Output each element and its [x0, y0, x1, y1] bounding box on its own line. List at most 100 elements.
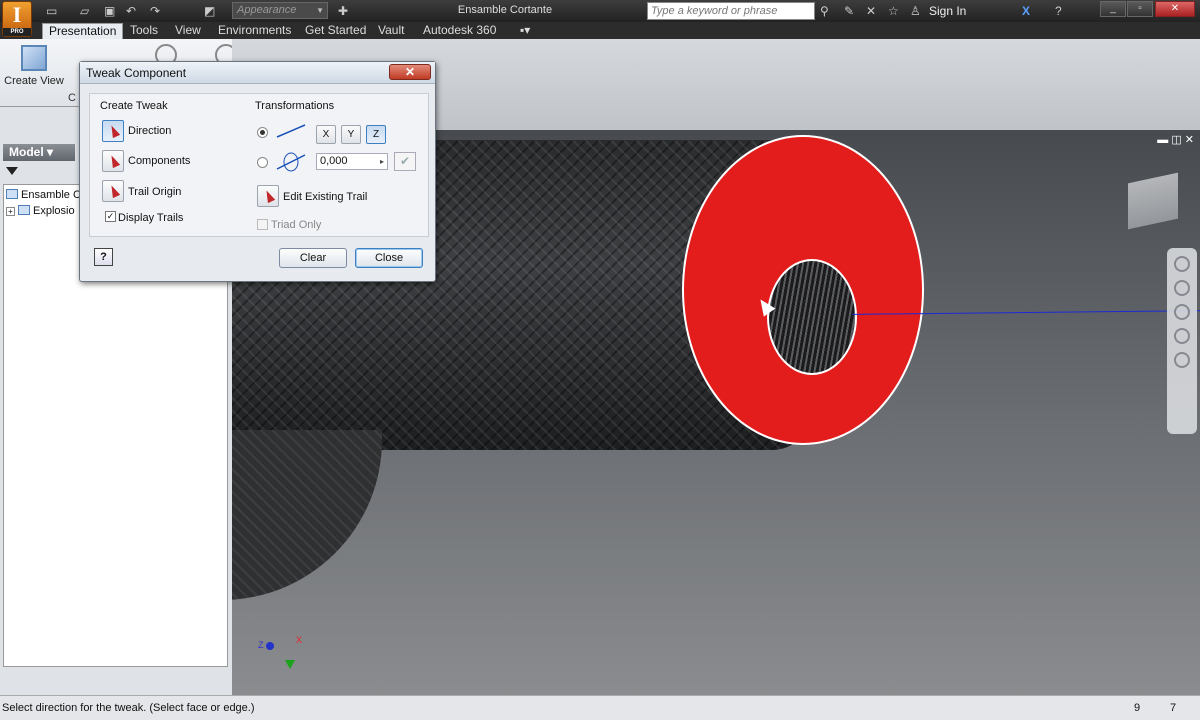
minimize-button[interactable]: _	[1100, 1, 1126, 17]
axis-y-button[interactable]: Y	[341, 125, 361, 144]
star-icon[interactable]: ☆	[888, 3, 899, 19]
tree-item-explosion[interactable]: + Explosio	[6, 205, 75, 217]
transformations-title: Transformations	[255, 100, 335, 112]
rotate-icon	[276, 152, 306, 172]
display-trails-label: Display Trails	[118, 212, 184, 224]
apply-button[interactable]: ✔	[394, 152, 416, 171]
ribbon-tab-bar: Presentation Tools View Environments Get…	[0, 22, 1200, 39]
new-icon[interactable]: ▭	[46, 3, 57, 19]
user-icon: ♙	[910, 4, 921, 18]
sign-in-link[interactable]: Sign In	[929, 4, 966, 18]
angle-value: 0,000	[320, 155, 348, 167]
appearance-dropdown[interactable]: Appearance ▼	[232, 2, 328, 19]
clear-button[interactable]: Clear	[279, 248, 347, 268]
search-input[interactable]: Type a keyword or phrase	[647, 2, 815, 20]
translate-icon	[276, 124, 306, 138]
application-menu-button[interactable]: I PRO	[2, 1, 32, 37]
pipe-segment[interactable]	[232, 430, 382, 600]
maximize-button[interactable]: ▫	[1127, 1, 1153, 17]
open-icon[interactable]: ▱	[80, 3, 89, 19]
undo-icon[interactable]: ↶	[126, 3, 136, 19]
create-view-label: Create View	[4, 75, 64, 87]
direction-select-button[interactable]	[102, 120, 124, 142]
title-bar: I PRO ▭ ▱ ▣ ↶ ↷ ◩ Appearance ▼ ✚ Ensambl…	[0, 0, 1200, 37]
create-view-button[interactable]: Create View	[4, 45, 64, 87]
stepper-arrow-icon[interactable]: ▸	[380, 154, 384, 169]
help-button[interactable]: ?	[94, 248, 113, 266]
filter-icon[interactable]	[6, 167, 18, 175]
close-button[interactable]: Close	[355, 248, 423, 268]
expand-icon[interactable]: +	[6, 207, 15, 216]
document-title: Ensamble Cortante	[457, 4, 553, 16]
steering-wheel-icon[interactable]	[1174, 256, 1190, 272]
help-icon[interactable]: ?	[1055, 3, 1062, 19]
redo-icon[interactable]: ↷	[150, 3, 160, 19]
tab-environments[interactable]: Environments	[212, 23, 297, 39]
zoom-icon[interactable]	[1174, 304, 1190, 320]
window-close-button[interactable]: ✕	[1155, 1, 1195, 17]
components-select-button[interactable]	[102, 150, 124, 172]
status-bar: Select direction for the tweak. (Select …	[0, 695, 1200, 720]
triad-only-checkbox[interactable]	[257, 219, 268, 230]
tweak-component-dialog: Tweak Component ✕ Create Tweak Direction…	[79, 61, 436, 282]
chevron-down-icon: ▼	[316, 6, 324, 15]
pipe-bore[interactable]	[767, 259, 857, 375]
angle-input[interactable]: 0,000 ▸	[316, 153, 388, 170]
app-logo-letter: I	[12, 2, 22, 27]
binoculars-icon[interactable]: ⚲	[820, 3, 829, 19]
triad-z-label: Z	[258, 640, 264, 650]
triad-y-arrow	[285, 660, 295, 669]
status-message: Select direction for the tweak. (Select …	[2, 702, 255, 714]
tools-icon[interactable]: ✎	[844, 3, 854, 19]
direction-label: Direction	[128, 125, 172, 137]
components-label: Components	[128, 155, 191, 167]
trail-origin-select-button[interactable]	[102, 180, 124, 202]
status-count-documents: 7	[1170, 702, 1177, 714]
look-at-icon[interactable]	[1174, 352, 1190, 368]
viewcube[interactable]	[1128, 172, 1178, 230]
appearance-value: Appearance	[237, 4, 297, 16]
tree-item-label: Ensamble C	[21, 189, 81, 201]
assembly-icon	[6, 189, 18, 199]
tab-get-started[interactable]: Get Started	[299, 23, 372, 39]
ribbon-options-icon[interactable]: ▪▾	[514, 23, 536, 39]
edit-existing-trail-label: Edit Existing Trail	[283, 191, 368, 203]
axis-x-button[interactable]: X	[316, 125, 336, 144]
explosion-icon	[18, 205, 30, 215]
exchange-icon[interactable]: X	[1022, 3, 1030, 19]
triad-origin	[266, 642, 274, 650]
status-count-occurrences: 9	[1134, 702, 1141, 714]
orbit-icon[interactable]	[1174, 328, 1190, 344]
ribbon-partial-label: C	[68, 92, 76, 104]
update-icon[interactable]: ◩	[204, 3, 215, 19]
tree-item-assembly[interactable]: Ensamble C	[6, 189, 81, 201]
triad-x-label: X	[296, 635, 303, 645]
axis-z-button[interactable]: Z	[366, 125, 386, 144]
tab-view[interactable]: View	[169, 23, 207, 39]
tab-tools[interactable]: Tools	[124, 23, 164, 39]
dialog-title: Tweak Component	[80, 62, 435, 84]
translate-radio[interactable]	[257, 127, 268, 138]
browser-header[interactable]: Model ▾	[3, 144, 75, 161]
subscription-icon[interactable]: ✕	[866, 3, 876, 19]
tab-vault[interactable]: Vault	[372, 23, 410, 39]
display-trails-checkbox[interactable]: ✓	[105, 211, 116, 222]
rotate-radio[interactable]	[257, 157, 268, 168]
trail-origin-label: Trail Origin	[128, 186, 182, 198]
create-tweak-title: Create Tweak	[100, 100, 168, 112]
create-view-icon	[21, 45, 47, 71]
app-logo-badge: PRO	[3, 28, 31, 36]
viewport-window-controls[interactable]: ▬ ◫ ✕	[1157, 133, 1194, 146]
edit-trail-select-button[interactable]	[257, 185, 279, 207]
tree-item-label: Explosio	[33, 205, 75, 217]
measure-icon[interactable]: ✚	[338, 3, 348, 19]
coordinate-triad: Z X	[258, 630, 318, 680]
save-icon[interactable]: ▣	[104, 3, 115, 19]
tab-presentation[interactable]: Presentation	[42, 23, 124, 39]
selected-face[interactable]	[682, 135, 924, 445]
navigation-bar	[1167, 248, 1197, 434]
dialog-close-button[interactable]: ✕	[389, 64, 431, 80]
pan-icon[interactable]	[1174, 280, 1190, 296]
triad-only-label: Triad Only	[271, 219, 322, 231]
tab-autodesk-360[interactable]: Autodesk 360	[417, 23, 502, 39]
